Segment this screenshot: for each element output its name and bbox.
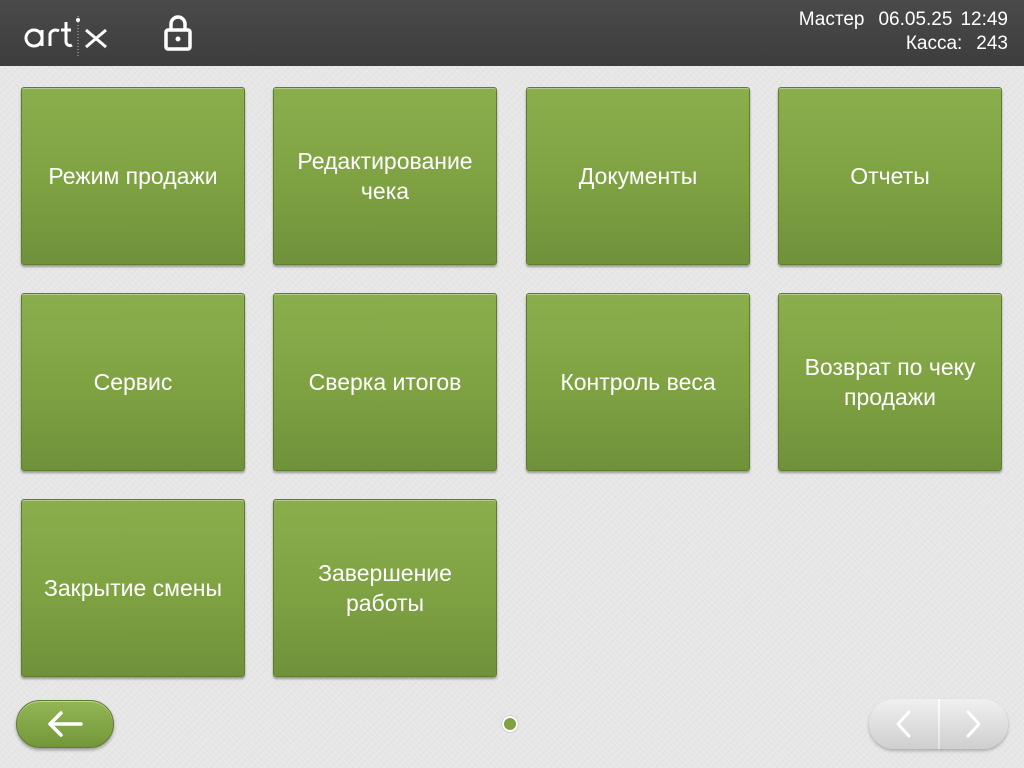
tile-return-by-receipt[interactable]: Возврат по чеку продажи	[778, 293, 1002, 471]
register-label: Касса:	[905, 33, 963, 54]
register-number: 243	[976, 33, 1008, 54]
next-page-button[interactable]	[939, 699, 1009, 749]
artix-logo: artix	[24, 16, 107, 58]
tile-reconciliation[interactable]: Сверка итогов	[273, 293, 497, 471]
back-button[interactable]	[16, 700, 114, 748]
pager-separator	[938, 699, 940, 749]
tile-documents[interactable]: Документы	[526, 87, 750, 265]
chevron-left-icon	[896, 710, 911, 738]
status-panel: Мастер 06.05.25 12:49 Касса: 243	[799, 8, 1008, 56]
tile-reports[interactable]: Отчеты	[778, 87, 1002, 265]
tile-weight-control[interactable]: Контроль веса	[526, 293, 750, 471]
tile-edit-receipt[interactable]: Редактирование чека	[273, 87, 497, 265]
tile-sales-mode[interactable]: Режим продажи	[21, 87, 245, 265]
pager	[869, 699, 1008, 749]
top-bar: artix Мастер 06.05.25 12:49 Касса: 243	[0, 0, 1024, 66]
tile-shutdown[interactable]: Завершение работы	[273, 499, 497, 677]
user-name: Мастер	[798, 9, 865, 30]
tile-service[interactable]: Сервис	[21, 293, 245, 471]
prev-page-button[interactable]	[869, 699, 939, 749]
time: 12:49	[960, 9, 1008, 30]
page-indicator-dot	[502, 716, 518, 732]
date: 06.05.25	[878, 9, 953, 30]
lock-icon[interactable]	[162, 14, 194, 52]
chevron-right-icon	[966, 710, 981, 738]
tile-close-shift[interactable]: Закрытие смены	[21, 499, 245, 677]
arrow-left-icon	[48, 711, 83, 737]
